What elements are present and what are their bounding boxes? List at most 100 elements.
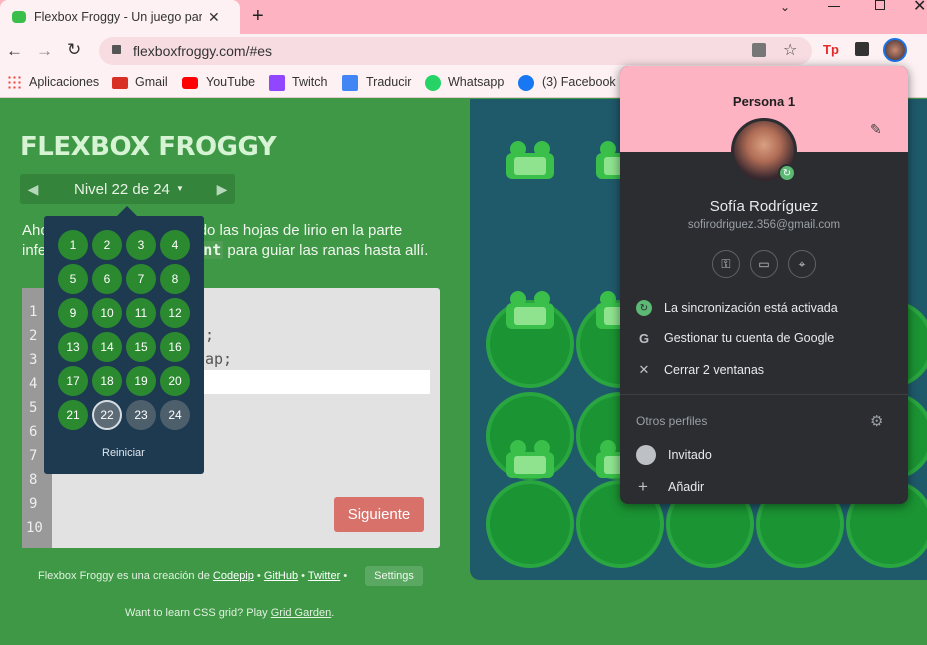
twitter-link[interactable]: Twitter	[308, 570, 340, 582]
page-logo: FLEXBOX FROGGY	[20, 132, 277, 162]
frog	[504, 440, 556, 478]
menu-manage-account[interactable]: Gestionar tu cuenta de Google	[664, 331, 834, 345]
line-number: 4	[29, 376, 38, 392]
grid-garden-link[interactable]: Grid Garden	[271, 607, 332, 619]
instructions-text-c: infe	[22, 242, 47, 259]
google-icon: G	[638, 330, 650, 346]
level-button[interactable]: 7	[126, 264, 156, 294]
tab-title: Flexbox Froggy - Un juego para aprender …	[34, 10, 202, 24]
menu-guest[interactable]: Invitado	[668, 448, 712, 462]
line-number: 6	[29, 424, 38, 440]
level-button[interactable]: 9	[58, 298, 88, 328]
footer-text: Flexbox Froggy es una creación de	[38, 570, 210, 582]
level-button[interactable]: 21	[58, 400, 88, 430]
tab-search-icon[interactable]: ⌄	[780, 0, 790, 14]
sync-icon: ↻	[636, 300, 652, 316]
forward-icon[interactable]: →	[36, 41, 53, 61]
level-button[interactable]: 12	[160, 298, 190, 328]
level-popup-caret	[117, 206, 137, 216]
level-button[interactable]: 5	[58, 264, 88, 294]
apps-grid-icon	[7, 75, 23, 91]
line-number: 3	[29, 352, 38, 368]
level-button[interactable]: 23	[126, 400, 156, 430]
translate-bookmark-icon	[342, 75, 358, 91]
line-number: 8	[29, 472, 38, 488]
other-profiles-label: Otros perfiles	[636, 414, 708, 428]
level-button[interactable]: 19	[126, 366, 156, 396]
menu-divider	[620, 394, 908, 395]
url-text[interactable]: flexboxfroggy.com/#es	[133, 43, 272, 59]
bookmark-apps[interactable]: Aplicaciones	[29, 75, 99, 89]
whatsapp-icon	[425, 75, 441, 91]
maximize-icon[interactable]	[875, 0, 885, 10]
back-icon[interactable]: ←	[6, 41, 23, 61]
level-button[interactable]: 11	[126, 298, 156, 328]
code-line-3: ap;	[205, 350, 233, 368]
level-button[interactable]: 10	[92, 298, 122, 328]
level-button[interactable]: 6	[92, 264, 122, 294]
close-window-icon[interactable]: ✕	[913, 0, 926, 16]
footer2-text: Want to learn CSS grid? Play	[125, 607, 268, 619]
level-button[interactable]: 24	[160, 400, 190, 430]
extension-tp-icon[interactable]: Tp	[823, 42, 839, 57]
bookmark-star-icon[interactable]: ☆	[783, 40, 797, 60]
level-button[interactable]: 17	[58, 366, 88, 396]
reset-button[interactable]: Reiniciar	[102, 447, 145, 459]
codepip-link[interactable]: Codepip	[213, 570, 254, 582]
level-button[interactable]: 14	[92, 332, 122, 362]
new-tab-icon[interactable]: +	[252, 5, 264, 28]
level-button[interactable]: 2	[92, 230, 122, 260]
footer-grid-garden: Want to learn CSS grid? Play Grid Garden…	[125, 607, 335, 619]
browser-tab[interactable]: Flexbox Froggy - Un juego para aprender …	[0, 0, 240, 34]
level-button[interactable]: 8	[160, 264, 190, 294]
translate-icon[interactable]	[752, 43, 766, 57]
menu-sync-status[interactable]: La sincronización está activada	[664, 301, 838, 315]
prev-level-icon[interactable]: ◀	[20, 174, 46, 204]
close-windows-icon: ✕	[638, 362, 650, 377]
bookmark-traducir[interactable]: Traducir	[366, 75, 411, 89]
level-button[interactable]: 3	[126, 230, 156, 260]
instructions-text-d: para guiar las ranas hasta allí.	[227, 242, 429, 259]
edit-pencil-icon[interactable]: ✎	[870, 121, 882, 138]
close-tab-icon[interactable]: ✕	[208, 9, 220, 26]
level-button[interactable]: 18	[92, 366, 122, 396]
bookmark-facebook[interactable]: (3) Facebook	[542, 75, 616, 89]
bookmark-youtube[interactable]: YouTube	[206, 75, 255, 89]
level-button[interactable]: 15	[126, 332, 156, 362]
add-plus-icon: +	[638, 477, 648, 496]
profile-avatar-icon[interactable]	[883, 38, 907, 62]
extensions-puzzle-icon[interactable]	[855, 42, 869, 56]
bookmark-twitch[interactable]: Twitch	[292, 75, 327, 89]
reload-icon[interactable]: ↻	[67, 40, 81, 60]
next-button[interactable]: Siguiente	[334, 497, 424, 532]
css-input-field[interactable]	[196, 370, 430, 394]
level-label[interactable]: Nivel 22 de 24	[74, 181, 170, 198]
level-button[interactable]: 22	[92, 400, 122, 430]
level-button[interactable]: 16	[160, 332, 190, 362]
twitch-icon	[269, 75, 285, 91]
bookmark-whatsapp[interactable]: Whatsapp	[448, 75, 504, 89]
code-line-2: ;	[205, 326, 215, 344]
line-number: 9	[29, 496, 38, 512]
profile-name: Sofía Rodríguez	[709, 198, 819, 215]
facebook-icon	[518, 75, 534, 91]
menu-icon[interactable]: ⋮	[921, 40, 927, 60]
manage-profiles-gear-icon[interactable]: ⚙	[870, 412, 883, 430]
addresses-pin-icon[interactable]: ⌖	[788, 250, 816, 278]
lock-icon	[112, 45, 121, 54]
payment-card-icon[interactable]: ▭	[750, 250, 778, 278]
menu-close-windows[interactable]: Cerrar 2 ventanas	[664, 363, 764, 377]
line-number: 10	[26, 520, 43, 536]
level-button[interactable]: 13	[58, 332, 88, 362]
level-button[interactable]: 4	[160, 230, 190, 260]
settings-button[interactable]: Settings	[365, 566, 423, 586]
menu-add-profile[interactable]: Añadir	[668, 480, 704, 494]
github-link[interactable]: GitHub	[264, 570, 298, 582]
level-button[interactable]: 1	[58, 230, 88, 260]
minimize-icon[interactable]	[828, 6, 840, 7]
next-level-icon[interactable]: ▶	[209, 174, 235, 204]
level-button[interactable]: 20	[160, 366, 190, 396]
lilypad	[486, 480, 574, 568]
passwords-key-icon[interactable]: ⚿	[712, 250, 740, 278]
bookmark-gmail[interactable]: Gmail	[135, 75, 168, 89]
